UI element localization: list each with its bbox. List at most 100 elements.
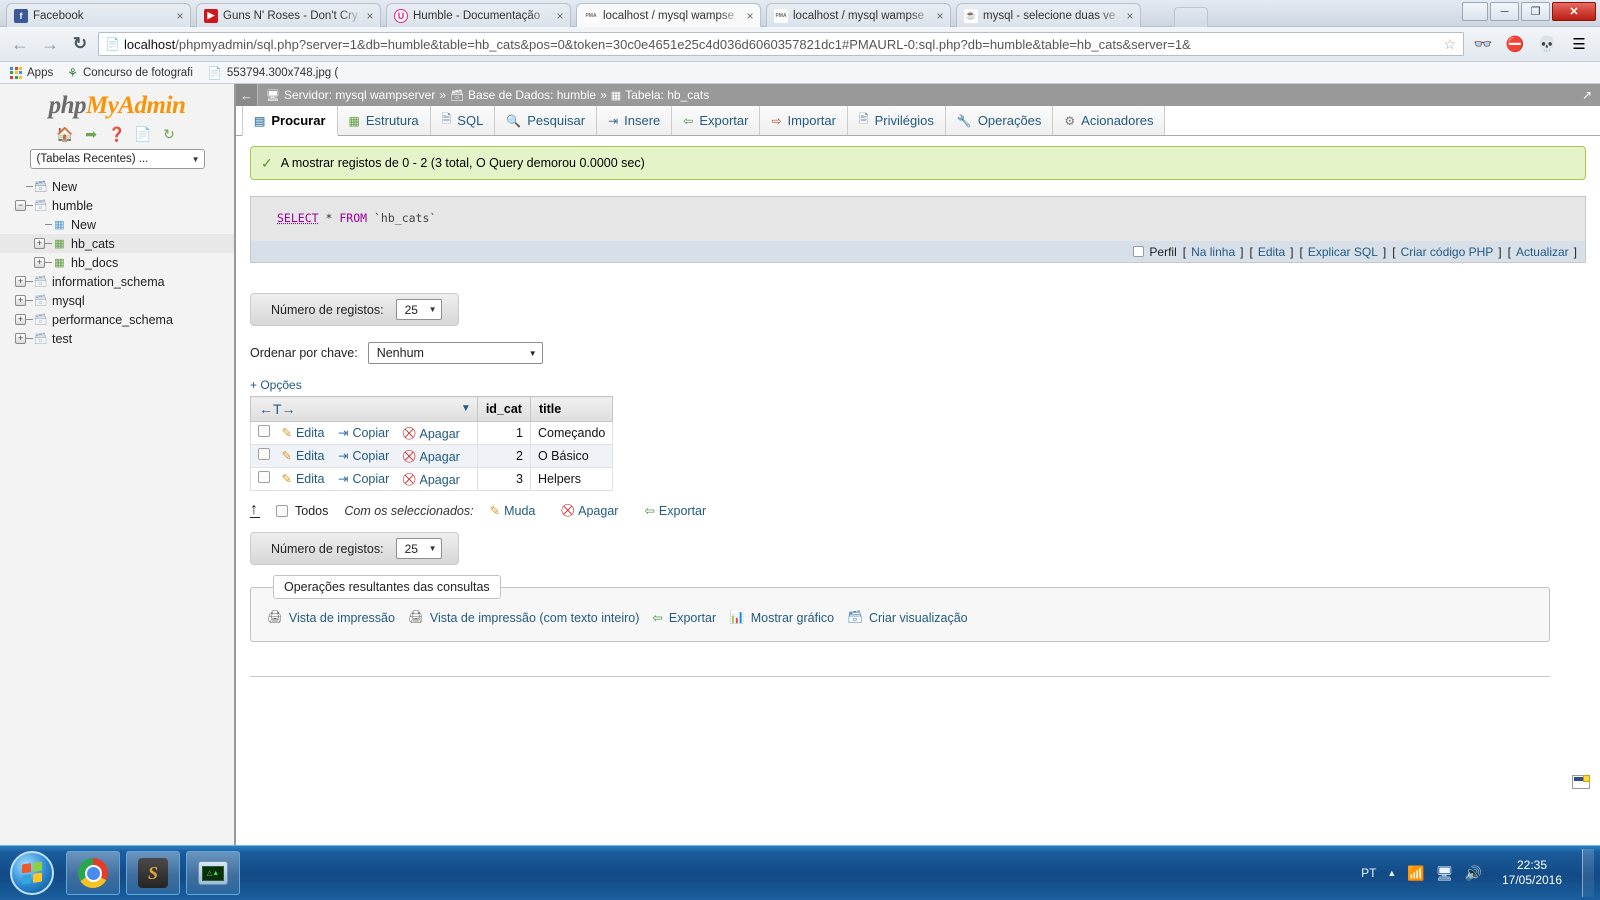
browser-tab-1[interactable]: ▶ Guns N' Roses - Don't Cry × bbox=[196, 3, 381, 27]
chevron-up-icon[interactable]: ▲ bbox=[1387, 868, 1396, 878]
print-view-full-text-action[interactable]: 🖨 Vista de impressão (com texto inteiro) bbox=[408, 610, 639, 625]
help-icon[interactable]: ❓ bbox=[108, 125, 126, 143]
start-button[interactable] bbox=[4, 846, 60, 900]
breadcrumb-database[interactable]: Base de Dados: humble bbox=[468, 88, 596, 102]
monitor-icon[interactable]: 🖥 bbox=[1436, 865, 1454, 882]
link-actualizar[interactable]: Actualizar bbox=[1516, 245, 1569, 259]
tree-item-test[interactable]: + 🗃 test bbox=[0, 329, 234, 348]
bookmark-image-file[interactable]: 📄 553794.300x748.jpg ( bbox=[207, 66, 338, 80]
forward-arrow-icon[interactable]: → bbox=[38, 32, 62, 56]
select-all-arrow-icon[interactable]: ↑ bbox=[250, 501, 260, 518]
header-actions[interactable]: ←T→ ▼ bbox=[250, 396, 478, 422]
back-arrow-icon[interactable]: ← bbox=[236, 84, 258, 106]
row-checkbox[interactable] bbox=[258, 471, 270, 483]
tab-privilegios[interactable]: 🖹 Privilégios bbox=[847, 106, 946, 135]
tab-close-icon[interactable]: × bbox=[744, 9, 756, 23]
expand-toggle-icon[interactable]: + bbox=[34, 238, 45, 249]
rows-select-bottom[interactable]: 25 ▼ bbox=[395, 538, 442, 559]
wampserver-taskbar-button[interactable]: △▲ bbox=[186, 851, 240, 895]
row-edit-action[interactable]: ✎ Edita bbox=[281, 471, 324, 487]
browser-tab-3[interactable]: PMA localhost / mysql wampse × bbox=[576, 3, 761, 27]
bulk-delete-action[interactable]: ⛒ Apagar bbox=[561, 503, 618, 518]
user-icon[interactable]: user-icon bbox=[1462, 2, 1488, 21]
tab-estrutura[interactable]: ▦ Estrutura bbox=[337, 106, 431, 135]
sublime-taskbar-button[interactable]: S bbox=[126, 851, 180, 895]
options-toggle-link[interactable]: + Opções bbox=[250, 378, 1586, 392]
network-error-icon[interactable]: 📶 bbox=[1407, 865, 1424, 882]
show-desktop-button[interactable] bbox=[1582, 849, 1594, 897]
tree-item-information_schema[interactable]: + 🗃 information_schema bbox=[0, 272, 234, 291]
volume-icon[interactable]: 🔊 bbox=[1465, 865, 1482, 882]
tree-item-humble[interactable]: − 🗃 humble bbox=[0, 196, 234, 215]
clock[interactable]: 22:35 17/05/2016 bbox=[1493, 858, 1571, 888]
bookmark-apps[interactable]: Apps bbox=[10, 66, 53, 79]
row-copy-action[interactable]: ⇥ Copiar bbox=[338, 471, 389, 487]
browser-tab-4[interactable]: PMA localhost / mysql wampse × bbox=[766, 3, 951, 27]
row-copy-action[interactable]: ⇥ Copiar bbox=[338, 448, 389, 464]
back-arrow-icon[interactable]: ← bbox=[8, 32, 32, 56]
tree-item-hb_docs[interactable]: + ▦ hb_docs bbox=[0, 253, 234, 272]
bookmark-concurso[interactable]: ⚘ Concurso de fotografi bbox=[67, 66, 193, 80]
maximize-button[interactable]: ❐ bbox=[1521, 2, 1550, 21]
tab-close-icon[interactable]: × bbox=[554, 9, 566, 23]
minimize-button[interactable]: ─ bbox=[1490, 2, 1519, 21]
link-edita[interactable]: Edita bbox=[1258, 245, 1285, 259]
expand-toggle-icon[interactable]: + bbox=[15, 295, 26, 306]
troll-face-icon[interactable]: 💀 bbox=[1534, 32, 1560, 56]
breadcrumb-table[interactable]: Tabela: hb_cats bbox=[625, 88, 709, 102]
new-tab-button[interactable] bbox=[1174, 7, 1208, 27]
logout-icon[interactable]: ➡ bbox=[82, 125, 100, 143]
order-by-select[interactable]: Nenhum ▼ bbox=[367, 342, 543, 364]
breadcrumb-server[interactable]: Servidor: mysql wampserver bbox=[284, 88, 435, 102]
collapse-icon[interactable]: ↗ bbox=[1582, 88, 1592, 102]
profile-checkbox[interactable] bbox=[1133, 246, 1145, 257]
tree-item-hb_cats[interactable]: + ▦ hb_cats bbox=[0, 234, 234, 253]
phpmyadmin-logo[interactable]: phpMyAdmin bbox=[0, 92, 234, 120]
collapse-toggle-icon[interactable]: − bbox=[15, 200, 26, 211]
browser-tab-0[interactable]: f Facebook × bbox=[6, 3, 191, 27]
rows-select-top[interactable]: 25 ▼ bbox=[395, 299, 442, 320]
expand-toggle-icon[interactable]: + bbox=[15, 333, 26, 344]
link-na-linha[interactable]: Na linha bbox=[1191, 245, 1235, 259]
console-toggle-icon[interactable] bbox=[1572, 775, 1590, 789]
row-delete-action[interactable]: ⛒ Apagar bbox=[403, 426, 460, 441]
reload-icon[interactable]: ↻ bbox=[160, 125, 178, 143]
expand-toggle-icon[interactable]: + bbox=[15, 276, 26, 287]
row-copy-action[interactable]: ⇥ Copiar bbox=[338, 425, 389, 441]
bulk-change-action[interactable]: ✎ Muda bbox=[490, 503, 536, 519]
check-all-wrapper[interactable]: Todos bbox=[276, 504, 328, 518]
header-id_cat[interactable]: id_cat bbox=[476, 396, 531, 422]
tab-close-icon[interactable]: × bbox=[1124, 9, 1136, 23]
tab-exportar[interactable]: ⇦ Exportar bbox=[672, 106, 761, 135]
tab-close-icon[interactable]: × bbox=[174, 9, 186, 23]
language-indicator[interactable]: PT bbox=[1361, 866, 1376, 880]
tab-close-icon[interactable]: × bbox=[934, 9, 946, 23]
row-checkbox[interactable] bbox=[258, 448, 270, 460]
expand-toggle-icon[interactable]: + bbox=[34, 257, 45, 268]
check-all-checkbox[interactable] bbox=[276, 504, 288, 517]
home-icon[interactable]: 🏠 bbox=[56, 125, 74, 143]
recent-tables-select[interactable]: (Tabelas Recentes) ... ▼ bbox=[29, 149, 205, 169]
tab-procurar[interactable]: ▤ Procurar bbox=[242, 106, 338, 136]
create-view-action[interactable]: 🗃 Criar visualização bbox=[847, 610, 968, 625]
row-delete-action[interactable]: ⛒ Apagar bbox=[403, 449, 460, 464]
tab-insere[interactable]: ⇥ Insere bbox=[597, 106, 673, 135]
tree-item-new-table[interactable]: ▦ New bbox=[0, 215, 234, 234]
print-view-action[interactable]: 🖨 Vista de impressão bbox=[267, 610, 395, 625]
tab-sql[interactable]: 🗎 SQL bbox=[430, 106, 496, 135]
bookmark-star-icon[interactable]: ☆ bbox=[1440, 36, 1459, 53]
row-delete-action[interactable]: ⛒ Apagar bbox=[403, 472, 460, 487]
sort-arrow-icon[interactable]: ▼ bbox=[461, 403, 471, 414]
reload-icon[interactable]: ↻ bbox=[68, 32, 92, 56]
docs-icon[interactable]: 📄 bbox=[134, 125, 152, 143]
tab-importar[interactable]: ⇨ Importar bbox=[760, 106, 848, 135]
link-explicar-sql[interactable]: Explicar SQL bbox=[1308, 245, 1378, 259]
tab-pesquisar[interactable]: 🔍 Pesquisar bbox=[495, 106, 598, 135]
tab-close-icon[interactable]: × bbox=[364, 9, 376, 23]
adblock-stop-icon[interactable]: ⛔ bbox=[1502, 32, 1528, 56]
address-bar[interactable]: 📄 localhost/phpmyadmin/sql.php?server=1&… bbox=[98, 32, 1464, 56]
tree-item-new-database[interactable]: 🗃 New bbox=[0, 177, 234, 196]
tree-item-performance_schema[interactable]: + 🗃 performance_schema bbox=[0, 310, 234, 329]
row-checkbox[interactable] bbox=[258, 425, 270, 437]
browser-tab-2[interactable]: U Humble - Documentação × bbox=[386, 3, 571, 27]
